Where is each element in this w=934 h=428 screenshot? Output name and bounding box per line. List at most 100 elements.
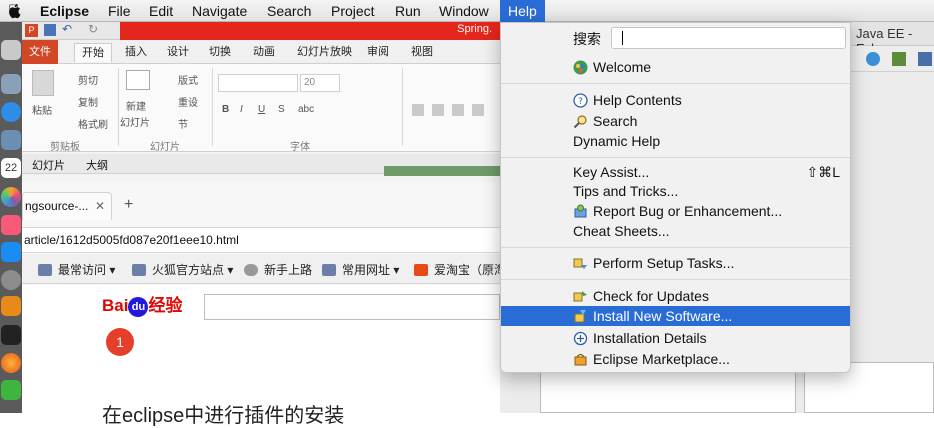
menu-file[interactable]: File bbox=[100, 0, 139, 22]
baidu-search-input[interactable] bbox=[204, 294, 500, 320]
new-slide-sub[interactable]: 幻灯片 bbox=[120, 114, 150, 129]
menu-item-check-for-updates[interactable]: Check for Updates bbox=[501, 286, 850, 306]
menu-item-key-assist[interactable]: Key Assist... ⇧⌘L bbox=[501, 162, 850, 182]
paragraph-align-icons[interactable] bbox=[412, 104, 492, 116]
tab-review[interactable]: 审阅 bbox=[360, 43, 396, 62]
firefox-icon[interactable] bbox=[1, 353, 21, 373]
menu-item-dynamic-help[interactable]: Dynamic Help bbox=[501, 131, 850, 151]
bookmark-common-sites[interactable]: 常用网址 ▾ bbox=[322, 261, 399, 278]
tab-design[interactable]: 设计 bbox=[160, 43, 196, 62]
appstore-icon[interactable] bbox=[1, 242, 21, 262]
page-content: Bai du 经验 1 在eclipse中进行插件的安装 bbox=[22, 285, 500, 427]
tab-home[interactable]: 开始 bbox=[74, 43, 112, 62]
calendar-icon[interactable]: 22 bbox=[1, 158, 21, 178]
tab-transitions[interactable]: 切换 bbox=[202, 43, 238, 62]
tab-title: ngsource-... bbox=[25, 199, 89, 213]
browser-tab[interactable]: ngsource-... ✕ bbox=[22, 192, 112, 220]
copy-button[interactable]: 复制 bbox=[78, 94, 98, 109]
layout-button[interactable]: 版式 bbox=[178, 72, 198, 87]
menu-separator bbox=[501, 83, 850, 84]
article-heading: 在eclipse中进行插件的安装 bbox=[102, 405, 345, 427]
check-updates-icon bbox=[573, 291, 587, 302]
tab-outline[interactable]: 大纲 bbox=[86, 157, 108, 173]
box-icon[interactable] bbox=[1, 296, 21, 316]
launchpad-icon[interactable] bbox=[1, 40, 21, 60]
terminal-icon[interactable] bbox=[1, 325, 21, 345]
ppt-app-icon: P bbox=[25, 24, 38, 37]
menu-project[interactable]: Project bbox=[323, 0, 383, 22]
tab-slides[interactable]: 幻灯片 bbox=[32, 157, 65, 173]
java-ee-perspective-icon[interactable] bbox=[892, 52, 906, 66]
menu-item-cheat-sheets[interactable]: Cheat Sheets... bbox=[501, 221, 850, 241]
shadow-button[interactable]: S bbox=[278, 104, 285, 115]
new-tab-icon[interactable]: + bbox=[124, 196, 133, 214]
close-tab-icon[interactable]: ✕ bbox=[95, 193, 105, 219]
menu-search-field[interactable] bbox=[611, 27, 846, 49]
preview-icon[interactable] bbox=[1, 130, 21, 150]
menu-item-installation-details[interactable]: Installation Details bbox=[501, 328, 850, 348]
reset-button[interactable]: 重设 bbox=[178, 94, 198, 109]
rocket-icon[interactable] bbox=[1, 74, 21, 94]
menu-item-report-bug[interactable]: Report Bug or Enhancement... bbox=[501, 201, 850, 221]
undo-icon[interactable]: ↶ bbox=[62, 22, 72, 36]
bookmark-aitaobao[interactable]: 爱淘宝（原淘 bbox=[414, 261, 506, 278]
menu-item-install-new-software[interactable]: Install New Software... bbox=[501, 306, 850, 326]
cut-button[interactable]: 剪切 bbox=[78, 72, 98, 87]
menu-window[interactable]: Window bbox=[431, 0, 497, 22]
underline-button[interactable]: U bbox=[258, 104, 265, 115]
key-assist-shortcut: ⇧⌘L bbox=[806, 164, 840, 180]
settings-icon[interactable] bbox=[1, 270, 21, 290]
menu-item-perform-setup-tasks[interactable]: Perform Setup Tasks... bbox=[501, 253, 850, 273]
redo-icon[interactable]: ↻ bbox=[88, 22, 98, 36]
apple-logo-icon[interactable] bbox=[8, 3, 21, 19]
photos-icon[interactable] bbox=[1, 187, 21, 207]
menu-item-tips-and-tricks[interactable]: Tips and Tricks... bbox=[501, 181, 850, 201]
new-slide-button[interactable]: 新建 bbox=[126, 98, 146, 113]
welcome-icon bbox=[573, 60, 588, 75]
globe-icon[interactable] bbox=[866, 52, 880, 66]
paste-label[interactable]: 粘贴 bbox=[32, 102, 52, 117]
divider bbox=[402, 68, 403, 146]
menu-navigate[interactable]: Navigate bbox=[184, 0, 255, 22]
strikethrough-button[interactable]: abc bbox=[298, 104, 314, 115]
save-icon[interactable] bbox=[44, 24, 56, 36]
baidu-jingyan-logo[interactable]: Bai du 经验 bbox=[102, 291, 182, 317]
italic-button[interactable]: I bbox=[240, 104, 243, 115]
tab-insert[interactable]: 插入 bbox=[118, 43, 154, 62]
new-slide-icon[interactable] bbox=[126, 70, 150, 90]
bookmark-firefox-official[interactable]: 火狐官方站点 ▾ bbox=[132, 261, 233, 278]
step-badge: 1 bbox=[106, 328, 134, 356]
tab-slideshow[interactable]: 幻灯片放映 bbox=[290, 43, 359, 62]
menu-app-name[interactable]: Eclipse bbox=[32, 0, 97, 22]
font-name-select[interactable] bbox=[218, 74, 298, 92]
menu-item-welcome[interactable]: Welcome bbox=[501, 57, 850, 77]
menu-separator bbox=[501, 247, 850, 248]
wechat-icon[interactable] bbox=[1, 380, 21, 400]
section-button[interactable]: 节 bbox=[178, 116, 188, 131]
font-size-select[interactable]: 20 bbox=[300, 74, 340, 92]
menu-item-eclipse-marketplace[interactable]: Eclipse Marketplace... bbox=[501, 349, 850, 369]
bold-button[interactable]: B bbox=[222, 104, 229, 115]
folder-icon bbox=[132, 264, 146, 276]
install-software-icon bbox=[574, 310, 586, 323]
paste-icon[interactable] bbox=[32, 70, 54, 96]
installation-details-icon bbox=[573, 331, 588, 346]
menu-item-search[interactable]: Search bbox=[501, 111, 850, 131]
text-cursor bbox=[622, 31, 623, 45]
url-bar[interactable]: article/1612d5005fd087e20f1eee10.html bbox=[22, 227, 500, 253]
format-painter-button[interactable]: 格式刷 bbox=[78, 116, 108, 131]
tab-animations[interactable]: 动画 bbox=[246, 43, 282, 62]
bookmark-most-visited[interactable]: 最常访问 ▾ bbox=[38, 261, 115, 278]
menu-search[interactable]: Search bbox=[259, 0, 319, 22]
menu-item-help-contents[interactable]: ? Help Contents bbox=[501, 90, 850, 110]
bookmark-getting-started[interactable]: 新手上路 bbox=[244, 261, 312, 278]
tab-file[interactable]: 文件 bbox=[22, 40, 58, 64]
menu-run[interactable]: Run bbox=[387, 0, 429, 22]
marketplace-icon bbox=[574, 353, 587, 366]
music-icon[interactable] bbox=[1, 215, 21, 235]
tab-view[interactable]: 视图 bbox=[404, 43, 440, 62]
menu-edit[interactable]: Edit bbox=[141, 0, 181, 22]
perspective-icon[interactable] bbox=[918, 52, 932, 66]
safari-icon[interactable] bbox=[1, 102, 21, 122]
menu-help[interactable]: Help bbox=[500, 0, 545, 22]
